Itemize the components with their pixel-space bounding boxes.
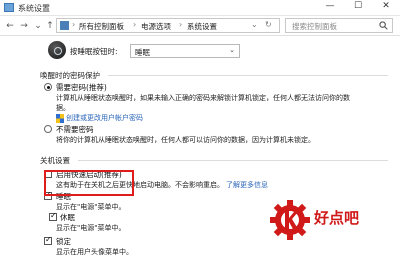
- require-password-radio[interactable]: [44, 83, 52, 91]
- require-password-label: 需要密码(推荐): [56, 83, 107, 92]
- settings-content: 按睡眠按钮时: 睡眠 ⌄ 唤醒时的密码保护 需要密码(推荐) 计算机从睡眠状态唤…: [0, 37, 400, 262]
- title-bar: 系统设置 — ☐ ✕: [0, 0, 400, 16]
- breadcrumb-item-all-control-panel[interactable]: 所有控制面板: [79, 21, 124, 32]
- lock-checkbox[interactable]: [44, 235, 52, 245]
- up-arrow-icon[interactable]: ↑: [44, 20, 56, 32]
- chevron-down-icon: ⌄: [229, 46, 235, 54]
- no-password-label: 不需要密码: [56, 125, 94, 134]
- hibernate-label: 休眠: [60, 213, 75, 222]
- hibernate-checkbox[interactable]: [49, 211, 57, 221]
- change-password-link[interactable]: 创建或更改用户帐户密码: [66, 113, 143, 123]
- shutdown-settings-heading: 关机设置: [40, 156, 70, 165]
- breadcrumb-item-system-settings[interactable]: 系统设置: [187, 21, 217, 32]
- control-panel-icon: [60, 21, 69, 30]
- chevron-right-icon: ›: [72, 20, 76, 29]
- select-value: 睡眠: [135, 48, 150, 57]
- learn-more-link[interactable]: 了解更多信息: [226, 180, 268, 190]
- breadcrumb-item-power-options[interactable]: 电源选项: [141, 21, 171, 32]
- search-input[interactable]: 搜索控制面板: [285, 18, 393, 33]
- refresh-icon[interactable]: ↻: [265, 20, 272, 29]
- require-password-desc-line2: 据。: [56, 104, 70, 112]
- sleep-desc: 显示在"电源"菜单中。: [56, 203, 126, 211]
- window-title: 系统设置: [18, 4, 50, 13]
- wake-password-heading: 唤醒时的密码保护: [40, 71, 100, 80]
- section-divider: [78, 160, 388, 161]
- control-panel-icon: [4, 3, 14, 12]
- chevron-right-icon: ›: [133, 20, 137, 29]
- chevron-right-icon: ›: [179, 20, 183, 29]
- address-bar: ← → ⌄ ↑ › 所有控制面板 › 电源选项 › 系统设置 ⌄ ↻ 搜索控制面…: [0, 16, 400, 36]
- watermark-text: 好点吧: [314, 209, 360, 227]
- power-button-label: 按睡眠按钮时:: [70, 47, 118, 56]
- no-password-desc: 将你的计算机从睡眠状态唤醒时，任何人都可以访问你的数据，因为计算机未锁定。: [56, 136, 315, 144]
- back-arrow-icon[interactable]: ←: [4, 20, 16, 32]
- watermark-gear-logo-icon: [270, 200, 310, 240]
- breadcrumb[interactable]: › 所有控制面板 › 电源选项 › 系统设置 ⌄ ↻: [56, 18, 280, 33]
- maximize-button[interactable]: ☐: [344, 0, 372, 14]
- forward-arrow-icon[interactable]: →: [18, 20, 30, 32]
- close-button[interactable]: ✕: [372, 0, 400, 14]
- power-button-icon: [48, 41, 66, 59]
- section-divider: [108, 75, 388, 76]
- dropdown-chevron-icon[interactable]: ⌄: [251, 20, 258, 29]
- require-password-desc-line1: 计算机从睡眠状态唤醒时，如果未输入正确的密码来解锁计算机锁定，任何人都无法访问你…: [56, 94, 350, 102]
- hibernate-highlight-box: [44, 170, 134, 196]
- lock-label: 锁定: [56, 237, 71, 246]
- search-placeholder: 搜索控制面板: [292, 22, 337, 31]
- recent-chevron-icon[interactable]: ⌄: [32, 20, 44, 32]
- lock-desc: 显示在用户头像菜单中。: [56, 248, 133, 256]
- minimize-button[interactable]: —: [316, 0, 344, 14]
- shield-icon: [56, 114, 64, 123]
- hibernate-desc: 显示在"电源"菜单中。: [56, 224, 126, 232]
- search-icon: [379, 21, 388, 30]
- power-button-action-select[interactable]: 睡眠 ⌄: [130, 44, 240, 58]
- no-password-radio[interactable]: [44, 125, 52, 133]
